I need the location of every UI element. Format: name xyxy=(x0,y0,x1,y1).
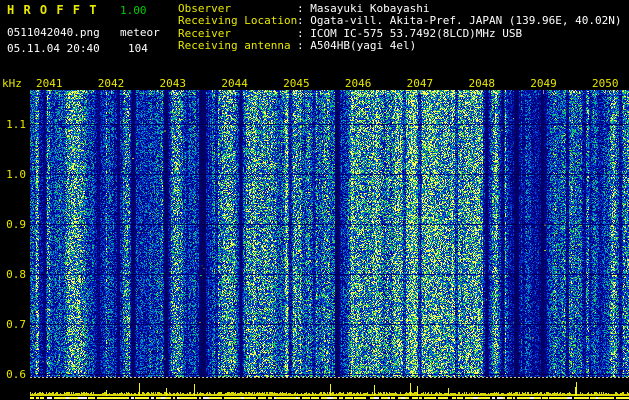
app-title: H R O F F T xyxy=(7,3,98,17)
time-tick-label: 2043 xyxy=(159,77,187,90)
info-value: : A504HB(yagi 4el) xyxy=(297,39,417,53)
time-tick-label: 2042 xyxy=(97,77,125,90)
info-value: : Masayuki Kobayashi xyxy=(297,2,430,15)
freq-tick-label: 0.9 xyxy=(6,218,26,231)
time-tick-label: 2046 xyxy=(344,77,372,90)
freq-tick-label: 1.1 xyxy=(6,118,26,131)
time-tick-label: 2044 xyxy=(221,77,248,90)
spectrogram-canvas xyxy=(30,90,629,377)
mode-label: meteor xyxy=(120,26,160,39)
count-value: 104 xyxy=(128,42,148,55)
time-tick-label: 2041 xyxy=(36,77,63,90)
info-label: Receiving Location xyxy=(178,14,298,28)
observation-info-block: Observer: Masayuki Kobayashi Receiving Lo… xyxy=(178,2,622,53)
app-version: 1.00 xyxy=(120,4,147,17)
time-tick-label: 2047 xyxy=(406,77,434,90)
freq-tick-label: 0.8 xyxy=(6,268,26,281)
hrofft-output-screen: H R O F F T 1.00 0511042040.png meteor 0… xyxy=(0,0,629,400)
time-tick-label: 2050 xyxy=(592,77,619,90)
info-label: Receiving antenna xyxy=(178,39,291,53)
freq-tick-label: 0.6 xyxy=(6,368,26,381)
info-row: Receiving antenna : A504HB(yagi 4el) xyxy=(178,39,622,53)
signal-level-strip-canvas xyxy=(30,377,629,400)
time-tick-label: 2045 xyxy=(283,77,310,90)
info-value: : ICOM IC-575 53.7492(8LCD)MHz USB xyxy=(297,26,523,40)
time-tick-label: 2049 xyxy=(530,77,557,90)
freq-tick-label: 0.7 xyxy=(6,318,26,331)
observation-datetime: 05.11.04 20:40 xyxy=(7,42,100,55)
output-filename: 0511042040.png xyxy=(7,26,100,39)
info-value: : Ogata-vill. Akita-Pref. JAPAN (139.96E… xyxy=(297,14,622,28)
time-axis: 2041 2042 2043 2044 2045 2046 2047 2048 2049 2050 xyxy=(0,77,629,90)
time-tick-label: 2048 xyxy=(468,77,495,90)
freq-tick-label: 1.0 xyxy=(6,168,26,181)
